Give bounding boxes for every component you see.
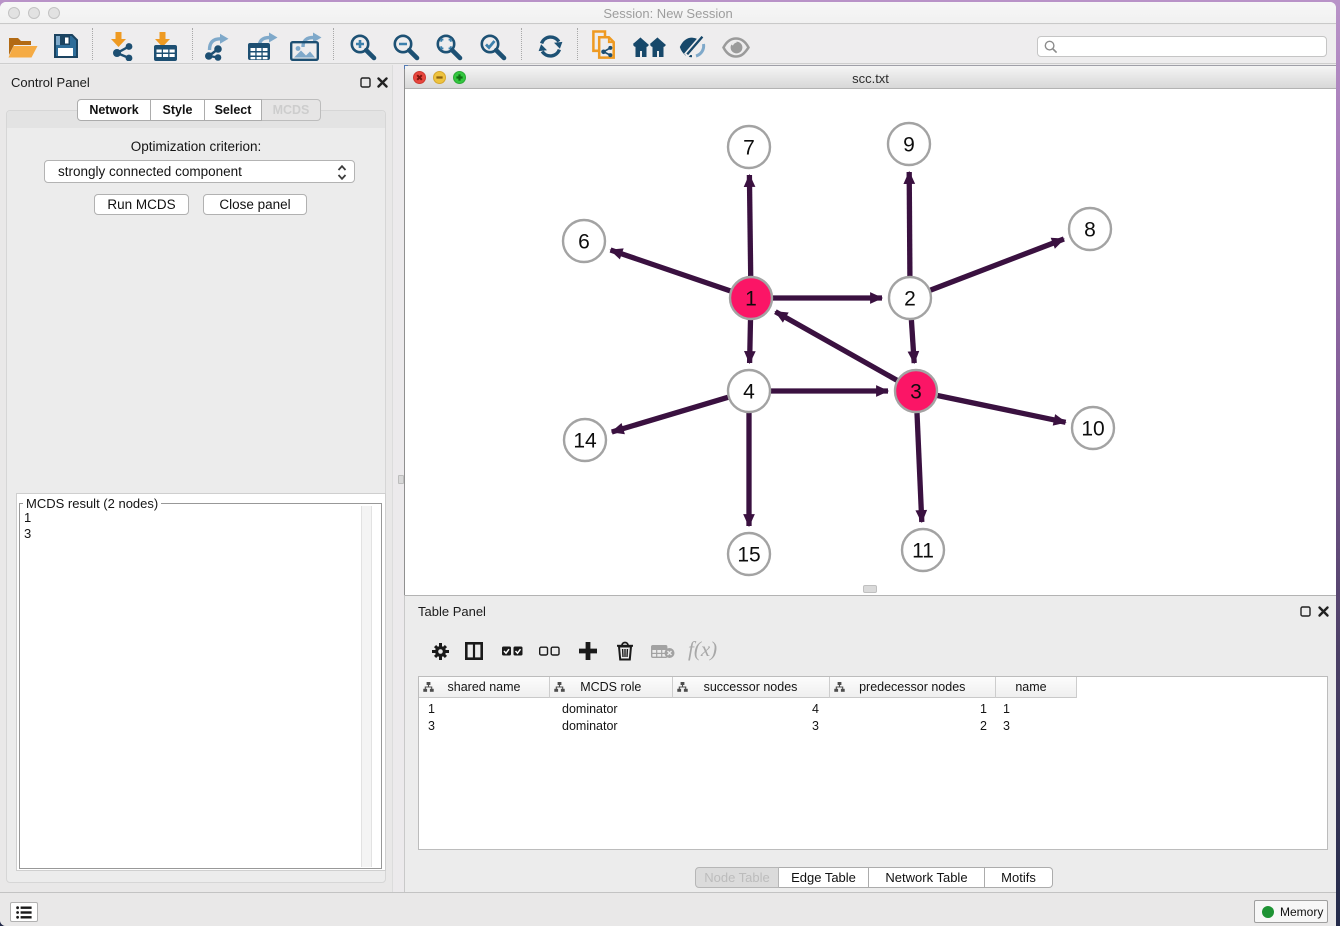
svg-text:7: 7 [743, 137, 755, 160]
svg-text:6: 6 [578, 231, 590, 254]
svg-text:15: 15 [737, 544, 760, 567]
svg-text:1: 1 [745, 288, 757, 311]
svg-text:9: 9 [903, 134, 915, 157]
svg-text:11: 11 [912, 540, 934, 563]
svg-text:2: 2 [904, 288, 916, 311]
svg-text:4: 4 [743, 381, 755, 404]
svg-text:3: 3 [910, 381, 922, 404]
svg-text:14: 14 [573, 430, 597, 453]
svg-text:10: 10 [1081, 418, 1104, 441]
svg-text:8: 8 [1084, 219, 1096, 242]
